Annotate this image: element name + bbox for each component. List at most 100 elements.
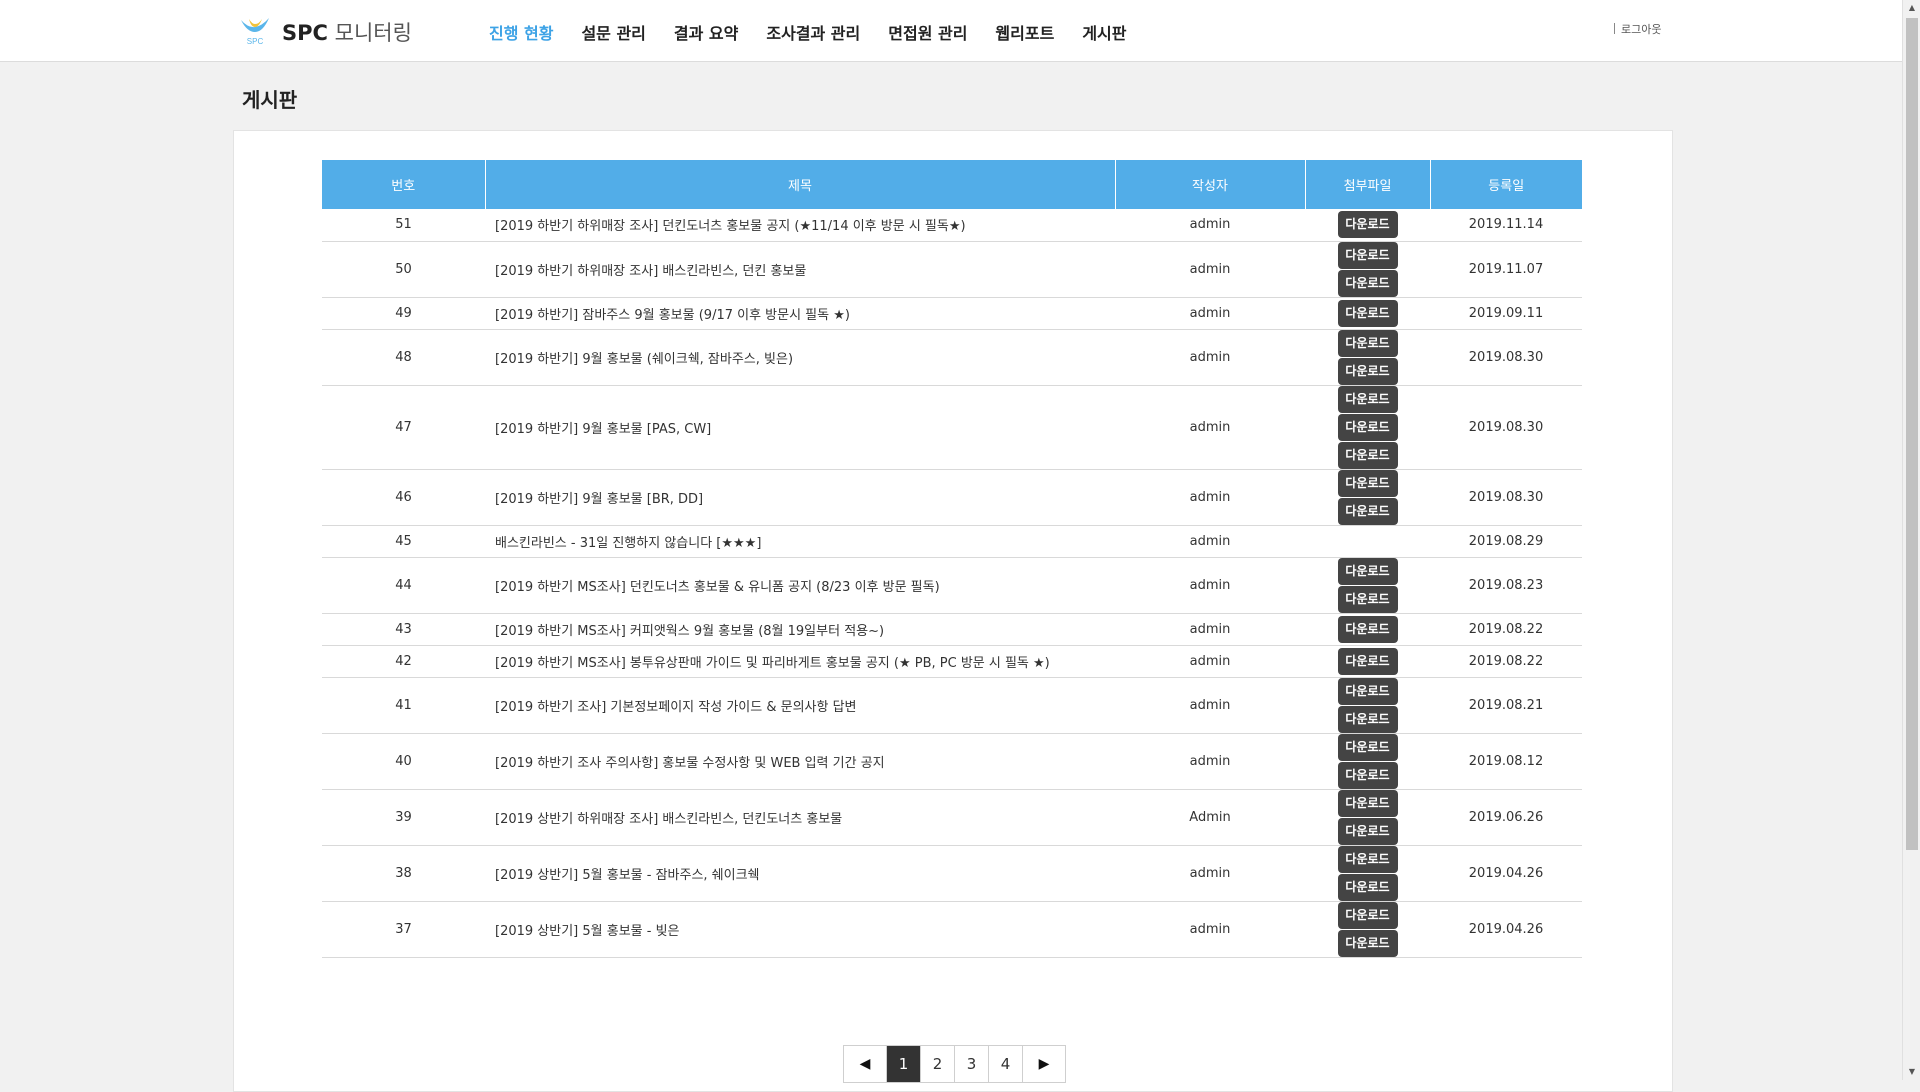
table-row[interactable]: 51 [2019 하반기 하위매장 조사] 던킨도너츠 홍보물 공지 (★11/1… — [322, 209, 1582, 242]
scroll-down-arrow-icon[interactable]: ▼ — [1903, 1064, 1920, 1080]
nav-item-3[interactable]: 결과 요약 — [674, 20, 738, 44]
download-button[interactable]: 다운로드 — [1337, 299, 1398, 327]
download-button[interactable]: 다운로드 — [1337, 357, 1398, 385]
download-button[interactable]: 다운로드 — [1337, 705, 1398, 733]
download-button[interactable]: 다운로드 — [1337, 413, 1398, 441]
scroll-up-arrow-icon[interactable]: ▲ — [1903, 0, 1920, 16]
scroll-thumb[interactable] — [1906, 18, 1918, 850]
download-button[interactable]: 다운로드 — [1337, 647, 1398, 675]
download-button[interactable]: 다운로드 — [1337, 469, 1398, 497]
vertical-scrollbar[interactable]: ▲ ▼ — [1902, 0, 1920, 1080]
attachments-cell: 다운로드 다운로드 — [1305, 241, 1430, 298]
post-title-link[interactable]: [2019 하반기] 9월 홍보물 [BR, DD] — [485, 469, 1115, 526]
nav-item-4[interactable]: 조사결과 관리 — [766, 20, 860, 44]
post-title-link[interactable]: [2019 하반기 하위매장 조사] 배스킨라빈스, 던킨 홍보물 — [485, 241, 1115, 298]
spc-logo-icon[interactable]: SPC — [239, 16, 271, 46]
post-date: 2019.08.29 — [1430, 525, 1582, 558]
table-row[interactable]: 43 [2019 하반기 MS조사] 커피앳웍스 9월 홍보물 (8월 19일부터… — [322, 613, 1582, 646]
download-button[interactable]: 다운로드 — [1337, 929, 1398, 957]
main-nav: 진행 현황 설문 관리 결과 요약 조사결과 관리 면접원 관리 웹리포트 게시판 — [489, 20, 1154, 44]
table-body: 51 [2019 하반기 하위매장 조사] 던킨도너츠 홍보물 공지 (★11/1… — [322, 209, 1582, 958]
page-1-button[interactable]: 1 — [887, 1046, 921, 1082]
attachments-cell: 다운로드 — [1305, 613, 1430, 646]
table-row[interactable]: 42 [2019 하반기 MS조사] 봉투유상판매 가이드 및 파리바게트 홍보물… — [322, 645, 1582, 678]
post-title-link[interactable]: 배스킨라빈스 - 31일 진행하지 않습니다 [★★★] — [485, 525, 1115, 558]
post-number: 46 — [322, 469, 485, 526]
download-button[interactable]: 다운로드 — [1337, 557, 1398, 585]
post-date: 2019.08.30 — [1430, 469, 1582, 526]
post-date: 2019.11.14 — [1430, 209, 1582, 242]
attachments-cell: 다운로드 다운로드 — [1305, 469, 1430, 526]
page-4-button[interactable]: 4 — [989, 1046, 1023, 1082]
table-row[interactable]: 37 [2019 상반기] 5월 홍보물 - 빚은 admin 다운로드 다운로드 201… — [322, 901, 1582, 958]
table-row[interactable]: 45 배스킨라빈스 - 31일 진행하지 않습니다 [★★★] admin 2019.… — [322, 525, 1582, 558]
download-button[interactable]: 다운로드 — [1337, 497, 1398, 525]
post-number: 42 — [322, 645, 485, 678]
table-row[interactable]: 40 [2019 하반기 조사 주의사항] 홍보물 수정사항 및 WEB 입력 기… — [322, 733, 1582, 790]
next-page-icon[interactable]: ▶ — [1023, 1046, 1065, 1082]
download-button[interactable]: 다운로드 — [1337, 733, 1398, 761]
post-date: 2019.06.26 — [1430, 789, 1582, 846]
post-title-link[interactable]: [2019 상반기 하위매장 조사] 배스킨라빈스, 던킨도너츠 홍보물 — [485, 789, 1115, 846]
post-title-link[interactable]: [2019 하반기 조사] 기본정보페이지 작성 가이드 & 문의사항 답변 — [485, 677, 1115, 734]
nav-item-2[interactable]: 설문 관리 — [581, 20, 645, 44]
post-title-link[interactable]: [2019 하반기] 잠바주스 9월 홍보물 (9/17 이후 방문시 필독 ★… — [485, 297, 1115, 330]
table-row[interactable]: 46 [2019 하반기] 9월 홍보물 [BR, DD] admin 다운로드 다운로… — [322, 469, 1582, 526]
table-row[interactable]: 47 [2019 하반기] 9월 홍보물 [PAS, CW] admin 다운로드 다운… — [322, 385, 1582, 470]
attachments-cell: 다운로드 — [1305, 297, 1430, 330]
post-title-link[interactable]: [2019 상반기] 5월 홍보물 - 빚은 — [485, 901, 1115, 958]
download-button[interactable]: 다운로드 — [1337, 615, 1398, 643]
post-title-link[interactable]: [2019 하반기] 9월 홍보물 [PAS, CW] — [485, 385, 1115, 470]
post-author: Admin — [1115, 789, 1305, 846]
download-button[interactable]: 다운로드 — [1337, 441, 1398, 469]
nav-item-5[interactable]: 면접원 관리 — [888, 20, 967, 44]
nav-item-1[interactable]: 진행 현황 — [489, 20, 553, 44]
post-title-link[interactable]: [2019 하반기] 9월 홍보물 (쉐이크쉑, 잠바주스, 빚은) — [485, 329, 1115, 386]
attachments-cell: 다운로드 다운로드 — [1305, 329, 1430, 386]
table-row[interactable]: 50 [2019 하반기 하위매장 조사] 배스킨라빈스, 던킨 홍보물 admin… — [322, 241, 1582, 298]
download-button[interactable]: 다운로드 — [1337, 269, 1398, 297]
table-row[interactable]: 49 [2019 하반기] 잠바주스 9월 홍보물 (9/17 이후 방문시 필독… — [322, 297, 1582, 330]
attachments-cell: 다운로드 다운로드 — [1305, 901, 1430, 958]
table-row[interactable]: 38 [2019 상반기] 5월 홍보물 - 잠바주스, 쉐이크쉑 admin 다운로… — [322, 845, 1582, 902]
post-title-link[interactable]: [2019 하반기 하위매장 조사] 던킨도너츠 홍보물 공지 (★11/14 … — [485, 209, 1115, 242]
post-number: 45 — [322, 525, 485, 558]
brand-title[interactable]: SPC 모니터링 — [282, 17, 412, 47]
post-author: admin — [1115, 209, 1305, 242]
download-button[interactable]: 다운로드 — [1337, 385, 1398, 413]
table-row[interactable]: 48 [2019 하반기] 9월 홍보물 (쉐이크쉑, 잠바주스, 빚은) admi… — [322, 329, 1582, 386]
download-button[interactable]: 다운로드 — [1337, 901, 1398, 929]
post-number: 41 — [322, 677, 485, 734]
page-3-button[interactable]: 3 — [955, 1046, 989, 1082]
post-title-link[interactable]: [2019 하반기 조사 주의사항] 홍보물 수정사항 및 WEB 입력 기간 … — [485, 733, 1115, 790]
download-button[interactable]: 다운로드 — [1337, 585, 1398, 613]
post-author: admin — [1115, 645, 1305, 678]
post-author: admin — [1115, 901, 1305, 958]
post-title-link[interactable]: [2019 하반기 MS조사] 던킨도너츠 홍보물 & 유니폼 공지 (8/23… — [485, 557, 1115, 614]
post-date: 2019.08.23 — [1430, 557, 1582, 614]
download-button[interactable]: 다운로드 — [1337, 761, 1398, 789]
download-button[interactable]: 다운로드 — [1337, 817, 1398, 845]
post-title-link[interactable]: [2019 하반기 MS조사] 커피앳웍스 9월 홍보물 (8월 19일부터 적… — [485, 613, 1115, 646]
table-row[interactable]: 44 [2019 하반기 MS조사] 던킨도너츠 홍보물 & 유니폼 공지 (8/… — [322, 557, 1582, 614]
post-number: 39 — [322, 789, 485, 846]
post-title-link[interactable]: [2019 하반기 MS조사] 봉투유상판매 가이드 및 파리바게트 홍보물 공… — [485, 645, 1115, 678]
page-title: 게시판 — [242, 88, 298, 112]
download-button[interactable]: 다운로드 — [1337, 789, 1398, 817]
nav-item-6[interactable]: 웹리포트 — [995, 20, 1054, 44]
post-date: 2019.08.30 — [1430, 329, 1582, 386]
download-button[interactable]: 다운로드 — [1337, 329, 1398, 357]
table-row[interactable]: 39 [2019 상반기 하위매장 조사] 배스킨라빈스, 던킨도너츠 홍보물 Ad… — [322, 789, 1582, 846]
download-button[interactable]: 다운로드 — [1337, 211, 1398, 239]
table-row[interactable]: 41 [2019 하반기 조사] 기본정보페이지 작성 가이드 & 문의사항 답변… — [322, 677, 1582, 734]
download-button[interactable]: 다운로드 — [1337, 845, 1398, 873]
prev-page-icon[interactable]: ◀ — [844, 1046, 887, 1082]
download-button[interactable]: 다운로드 — [1337, 873, 1398, 901]
post-author: admin — [1115, 469, 1305, 526]
nav-item-7[interactable]: 게시판 — [1082, 20, 1126, 44]
post-title-link[interactable]: [2019 상반기] 5월 홍보물 - 잠바주스, 쉐이크쉑 — [485, 845, 1115, 902]
page-2-button[interactable]: 2 — [921, 1046, 955, 1082]
download-button[interactable]: 다운로드 — [1337, 677, 1398, 705]
download-button[interactable]: 다운로드 — [1337, 241, 1398, 269]
logout-link[interactable]: 로그아웃 — [1614, 21, 1661, 37]
